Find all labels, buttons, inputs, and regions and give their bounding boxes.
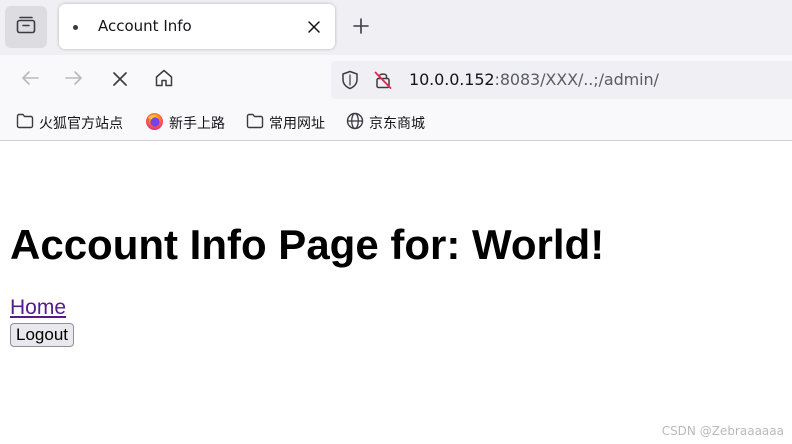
bookmark-getting-started[interactable]: 新手上路 bbox=[145, 112, 225, 134]
tab-strip: Account Info bbox=[0, 0, 792, 55]
tab-list-icon bbox=[16, 16, 36, 38]
tab-title: Account Info bbox=[98, 17, 192, 35]
plus-icon bbox=[353, 18, 369, 38]
arrow-right-icon bbox=[64, 70, 84, 90]
home-link[interactable]: Home bbox=[10, 296, 66, 320]
close-icon bbox=[113, 71, 127, 90]
navigation-toolbar: 10.0.0.152:8083/XXX/..;/admin/ bbox=[0, 55, 792, 105]
shield-icon[interactable] bbox=[341, 70, 359, 94]
insecure-lock-icon[interactable] bbox=[373, 70, 393, 94]
url-host: 10.0.0.152 bbox=[409, 70, 495, 89]
bookmarks-toolbar: 火狐官方站点 新手上路 常用网址 京东商城 bbox=[0, 105, 792, 141]
firefox-icon bbox=[145, 112, 164, 135]
url-path: :8083/XXX/..;/admin/ bbox=[494, 70, 659, 89]
home-button[interactable] bbox=[151, 67, 177, 93]
home-icon bbox=[154, 68, 174, 92]
url-text[interactable]: 10.0.0.152:8083/XXX/..;/admin/ bbox=[409, 70, 659, 89]
bookmark-label: 京东商城 bbox=[369, 116, 425, 132]
bookmark-folder-common-sites[interactable]: 常用网址 bbox=[246, 112, 325, 134]
globe-icon bbox=[346, 112, 364, 134]
close-icon bbox=[308, 18, 320, 37]
page-content: Account Info Page for: World! Home Logou… bbox=[0, 141, 792, 444]
list-all-tabs-button[interactable] bbox=[5, 6, 47, 48]
new-tab-button[interactable] bbox=[349, 16, 373, 40]
back-button[interactable] bbox=[17, 67, 43, 93]
page-title: Account Info Page for: World! bbox=[10, 221, 605, 268]
address-bar[interactable]: 10.0.0.152:8083/XXX/..;/admin/ bbox=[331, 61, 792, 99]
bookmark-folder-firefox-official[interactable]: 火狐官方站点 bbox=[16, 112, 123, 134]
bookmark-label: 新手上路 bbox=[169, 116, 225, 132]
close-tab-button[interactable] bbox=[303, 16, 325, 38]
folder-icon bbox=[246, 113, 264, 133]
arrow-left-icon bbox=[20, 70, 40, 90]
bookmark-label: 常用网址 bbox=[269, 116, 325, 132]
bookmark-label: 火狐官方站点 bbox=[39, 116, 123, 132]
folder-icon bbox=[16, 113, 34, 133]
loading-dot-icon bbox=[73, 25, 78, 30]
watermark: CSDN @Zebraaaaaa bbox=[661, 424, 784, 438]
bookmark-jd-mall[interactable]: 京东商城 bbox=[346, 112, 425, 134]
forward-button[interactable] bbox=[61, 67, 87, 93]
tab-account-info[interactable]: Account Info bbox=[59, 4, 335, 49]
stop-loading-button[interactable] bbox=[107, 67, 133, 93]
logout-button[interactable]: Logout bbox=[10, 323, 74, 347]
